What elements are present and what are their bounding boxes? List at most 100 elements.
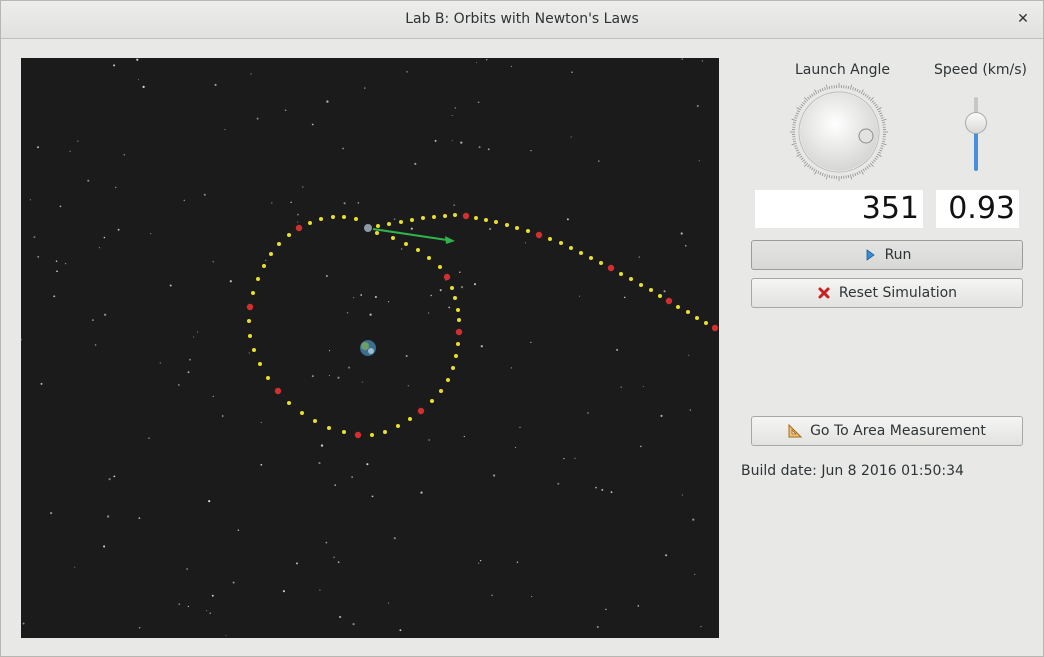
star xyxy=(77,140,79,142)
knob-tick xyxy=(879,149,883,152)
star xyxy=(681,58,683,60)
star xyxy=(250,73,252,75)
knob-tick xyxy=(856,88,859,92)
area-measurement-button[interactable]: Go To Area Measurement xyxy=(751,416,1023,446)
star xyxy=(297,213,299,216)
star xyxy=(407,385,409,387)
close-icon[interactable]: ✕ xyxy=(1013,9,1033,29)
star xyxy=(692,518,695,521)
star xyxy=(680,232,683,235)
orbit-marker xyxy=(665,297,673,305)
star xyxy=(108,478,111,481)
star xyxy=(150,233,152,235)
star xyxy=(574,457,576,459)
orbit-dot xyxy=(629,277,633,281)
orbit-dot xyxy=(686,310,690,314)
orbit-dot xyxy=(258,362,262,366)
orbit-marker xyxy=(246,303,254,311)
orbit-dot xyxy=(474,216,478,220)
knob-tick xyxy=(799,106,803,109)
launch-angle-field[interactable]: 351 xyxy=(755,190,923,228)
knob-tick xyxy=(852,173,854,177)
build-date: Build date: Jun 8 2016 01:50:34 xyxy=(741,463,964,479)
knob-tick xyxy=(796,151,800,154)
star xyxy=(579,295,581,297)
star xyxy=(56,270,58,273)
orbit-dot xyxy=(287,401,291,405)
knob-tick xyxy=(825,84,828,90)
star xyxy=(334,484,336,486)
orbit-marker xyxy=(443,273,451,281)
star xyxy=(387,602,390,604)
star xyxy=(571,71,573,74)
star xyxy=(361,381,363,383)
knob-tick xyxy=(874,157,878,160)
star xyxy=(325,541,328,544)
star xyxy=(587,412,589,414)
simulation-canvas[interactable] xyxy=(20,58,719,638)
star xyxy=(492,474,496,477)
star xyxy=(688,354,690,356)
knob-tick xyxy=(875,155,879,158)
knob-tick xyxy=(809,95,812,99)
star xyxy=(595,486,597,489)
star xyxy=(328,375,330,377)
knob-tick xyxy=(809,165,812,169)
star xyxy=(454,107,457,109)
star xyxy=(346,312,349,314)
orbit-marker xyxy=(274,387,282,395)
orbit-dot xyxy=(313,419,317,423)
orbit-dot xyxy=(342,430,346,434)
run-button[interactable]: Run xyxy=(751,240,1023,270)
star xyxy=(596,625,599,629)
star xyxy=(113,475,116,478)
knob-tick xyxy=(847,174,850,179)
star xyxy=(516,561,519,563)
orbit-marker xyxy=(711,324,719,332)
star xyxy=(684,244,687,247)
orbit-dot xyxy=(439,389,443,393)
knob-tick xyxy=(871,100,875,103)
star xyxy=(700,625,702,628)
star xyxy=(148,437,150,439)
orbit-dot xyxy=(269,252,273,256)
star xyxy=(94,344,97,346)
knob-tick xyxy=(876,107,882,111)
orbit-view xyxy=(20,58,719,636)
knob-tick xyxy=(881,143,887,146)
orbit-dot xyxy=(262,264,266,268)
star xyxy=(311,375,314,378)
star xyxy=(665,554,668,557)
star xyxy=(196,331,199,333)
orbit-dot xyxy=(370,433,374,437)
knob-tick xyxy=(868,164,871,168)
star xyxy=(117,228,120,231)
knob-tick xyxy=(795,112,799,115)
speed-field[interactable]: 0.93 xyxy=(936,190,1019,228)
orbit-dot xyxy=(266,376,270,380)
star xyxy=(566,218,569,221)
launch-angle-knob[interactable] xyxy=(789,82,889,182)
knob-tick xyxy=(819,88,822,92)
star xyxy=(302,186,304,188)
star xyxy=(510,65,512,67)
knob-tick xyxy=(864,93,867,97)
star xyxy=(401,248,403,250)
orbit-dot xyxy=(327,426,331,430)
star xyxy=(333,556,335,559)
orbit-dot xyxy=(451,366,455,370)
orbit-dot xyxy=(453,296,457,300)
star xyxy=(439,289,442,292)
star xyxy=(570,136,572,138)
knob-tick xyxy=(821,172,824,177)
knob-tick xyxy=(862,168,865,172)
reset-simulation-button[interactable]: Reset Simulation xyxy=(751,278,1023,308)
star xyxy=(282,590,285,593)
star xyxy=(487,148,490,151)
orbit-dot xyxy=(505,223,509,227)
orbit-dot xyxy=(256,277,260,281)
earth-icon xyxy=(360,340,376,356)
star xyxy=(460,286,464,289)
speed-slider-handle[interactable] xyxy=(965,112,987,134)
knob-tick xyxy=(814,89,818,95)
